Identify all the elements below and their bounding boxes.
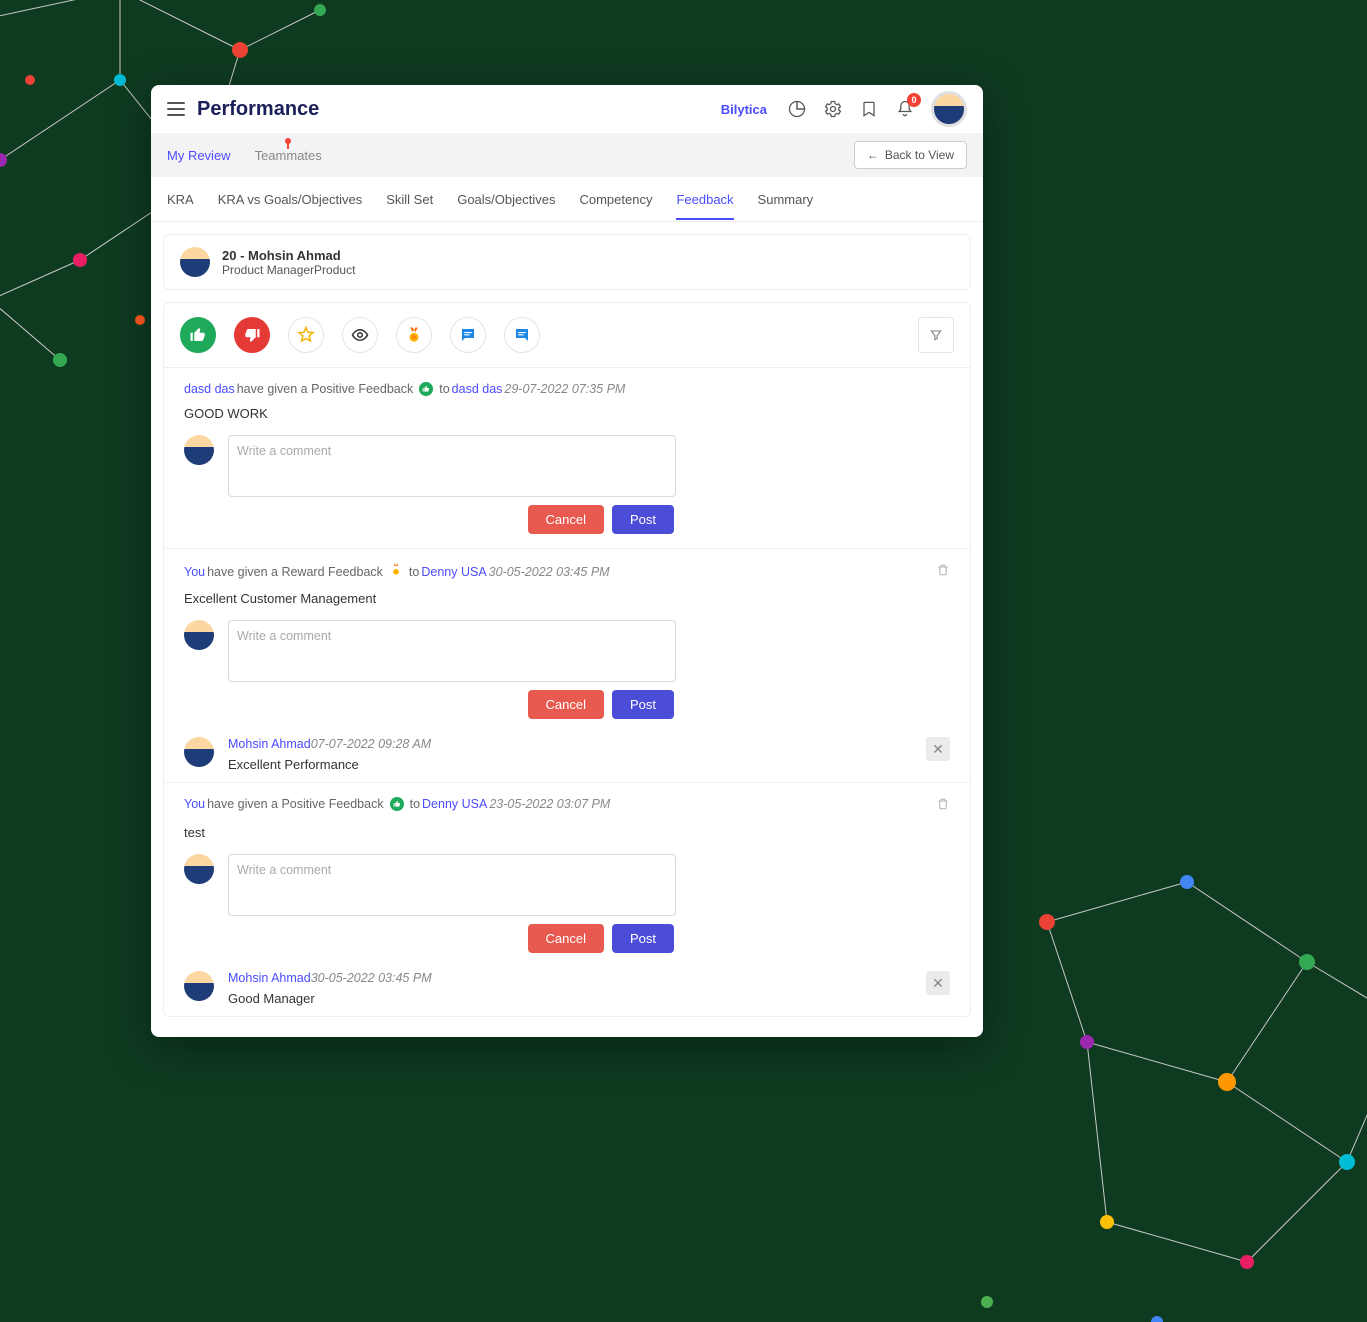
entry-from[interactable]: You [184, 797, 205, 811]
app-bar: Performance Bilytica 0 [151, 85, 983, 133]
entry-time: 23-05-2022 03:07 PM [489, 797, 610, 811]
app-window: Performance Bilytica 0 My Review Teammat… [151, 85, 983, 1037]
tab-goals[interactable]: Goals/Objectives [457, 192, 555, 207]
entry-meta: You have given a Reward Feedback to Denn… [184, 563, 936, 581]
tab-competency[interactable]: Competency [579, 192, 652, 207]
subtab-teammates[interactable]: Teammates [255, 148, 322, 163]
reply-avatar [184, 737, 214, 767]
decor-network-bottom [927, 822, 1367, 1322]
reply-avatar [184, 971, 214, 1001]
tab-bar: KRA KRA vs Goals/Objectives Skill Set Go… [151, 177, 983, 222]
sub-header: My Review Teammates ←Back to View [151, 133, 983, 177]
person-role: Product ManagerProduct [222, 263, 355, 277]
entry-meta: dasd das have given a Positive Feedback … [184, 382, 950, 396]
cancel-button[interactable]: Cancel [528, 690, 604, 719]
feedback-entry: dasd das have given a Positive Feedback … [164, 368, 970, 534]
reply-author[interactable]: Mohsin Ahmad [228, 737, 311, 751]
reply-time: 30-05-2022 03:45 PM [311, 971, 432, 985]
delete-icon[interactable] [936, 563, 950, 581]
eye-icon[interactable] [342, 317, 378, 353]
commenter-avatar [184, 620, 214, 650]
entry-body: Excellent Customer Management [184, 591, 950, 606]
post-button[interactable]: Post [612, 924, 674, 953]
reply-item: Mohsin Ahmad30-05-2022 03:45 PM Good Mana… [184, 967, 950, 1016]
reply-item: Mohsin Ahmad07-07-2022 09:28 AM Excellent… [184, 733, 950, 782]
arrow-left-icon: ← [867, 148, 879, 162]
back-to-view-button[interactable]: ←Back to View [854, 141, 967, 169]
indicator-dot-icon [285, 138, 291, 144]
delete-icon[interactable] [936, 797, 950, 815]
entry-to[interactable]: Denny USA [421, 565, 486, 579]
entry-from[interactable]: You [184, 565, 205, 579]
medal-icon[interactable] [396, 317, 432, 353]
person-avatar [180, 247, 210, 277]
tab-summary[interactable]: Summary [758, 192, 814, 207]
entry-to[interactable]: dasd das [452, 382, 503, 396]
entry-body: GOOD WORK [184, 406, 950, 421]
reward-medal-icon [389, 563, 403, 581]
reply-time: 07-07-2022 09:28 AM [311, 737, 431, 751]
comment-input[interactable] [228, 854, 676, 916]
post-button[interactable]: Post [612, 505, 674, 534]
entry-to[interactable]: Denny USA [422, 797, 487, 811]
comment-box [184, 854, 950, 916]
notif-badge: 0 [907, 93, 921, 107]
entry-time: 30-05-2022 03:45 PM [489, 565, 610, 579]
chat-icon[interactable] [450, 317, 486, 353]
chart-icon[interactable] [787, 99, 807, 119]
gear-icon[interactable] [823, 99, 843, 119]
entry-time: 29-07-2022 07:35 PM [504, 382, 625, 396]
subtab-my-review[interactable]: My Review [167, 148, 231, 163]
user-avatar[interactable] [931, 91, 967, 127]
person-card: 20 - Mohsin Ahmad Product ManagerProduct [163, 234, 971, 290]
positive-pill-icon [390, 797, 404, 811]
chat-alt-icon[interactable] [504, 317, 540, 353]
reply-author[interactable]: Mohsin Ahmad [228, 971, 311, 985]
comment-input[interactable] [228, 435, 676, 497]
commenter-avatar [184, 854, 214, 884]
star-icon[interactable] [288, 317, 324, 353]
brand-name[interactable]: Bilytica [721, 102, 767, 117]
delete-reply-button[interactable]: ✕ [926, 971, 950, 995]
cancel-button[interactable]: Cancel [528, 505, 604, 534]
tab-kra-vs-goals[interactable]: KRA vs Goals/Objectives [218, 192, 363, 207]
thumbs-down-icon[interactable] [234, 317, 270, 353]
delete-reply-button[interactable]: ✕ [926, 737, 950, 761]
feedback-list: dasd das have given a Positive Feedback … [164, 368, 970, 1016]
commenter-avatar [184, 435, 214, 465]
comment-input[interactable] [228, 620, 676, 682]
entry-meta: You have given a Positive Feedback to De… [184, 797, 936, 811]
bell-icon[interactable]: 0 [895, 99, 915, 119]
entry-from[interactable]: dasd das [184, 382, 235, 396]
tab-feedback[interactable]: Feedback [676, 192, 733, 207]
tab-skill-set[interactable]: Skill Set [386, 192, 433, 207]
feedback-type-row [164, 303, 970, 368]
menu-icon[interactable] [167, 102, 185, 116]
positive-pill-icon [419, 382, 433, 396]
page-title: Performance [197, 98, 319, 121]
thumbs-up-icon[interactable] [180, 317, 216, 353]
reply-text: Good Manager [228, 991, 912, 1006]
bookmark-icon[interactable] [859, 99, 879, 119]
cancel-button[interactable]: Cancel [528, 924, 604, 953]
feedback-entry: You have given a Reward Feedback to Denn… [164, 548, 970, 782]
feedback-card: dasd das have given a Positive Feedback … [163, 302, 971, 1017]
feedback-entry: You have given a Positive Feedback to De… [164, 782, 970, 1016]
person-name: 20 - Mohsin Ahmad [222, 248, 355, 263]
post-button[interactable]: Post [612, 690, 674, 719]
reply-text: Excellent Performance [228, 757, 912, 772]
entry-body: test [184, 825, 950, 840]
filter-button[interactable] [918, 317, 954, 353]
comment-box [184, 435, 950, 497]
comment-box [184, 620, 950, 682]
tab-kra[interactable]: KRA [167, 192, 194, 207]
